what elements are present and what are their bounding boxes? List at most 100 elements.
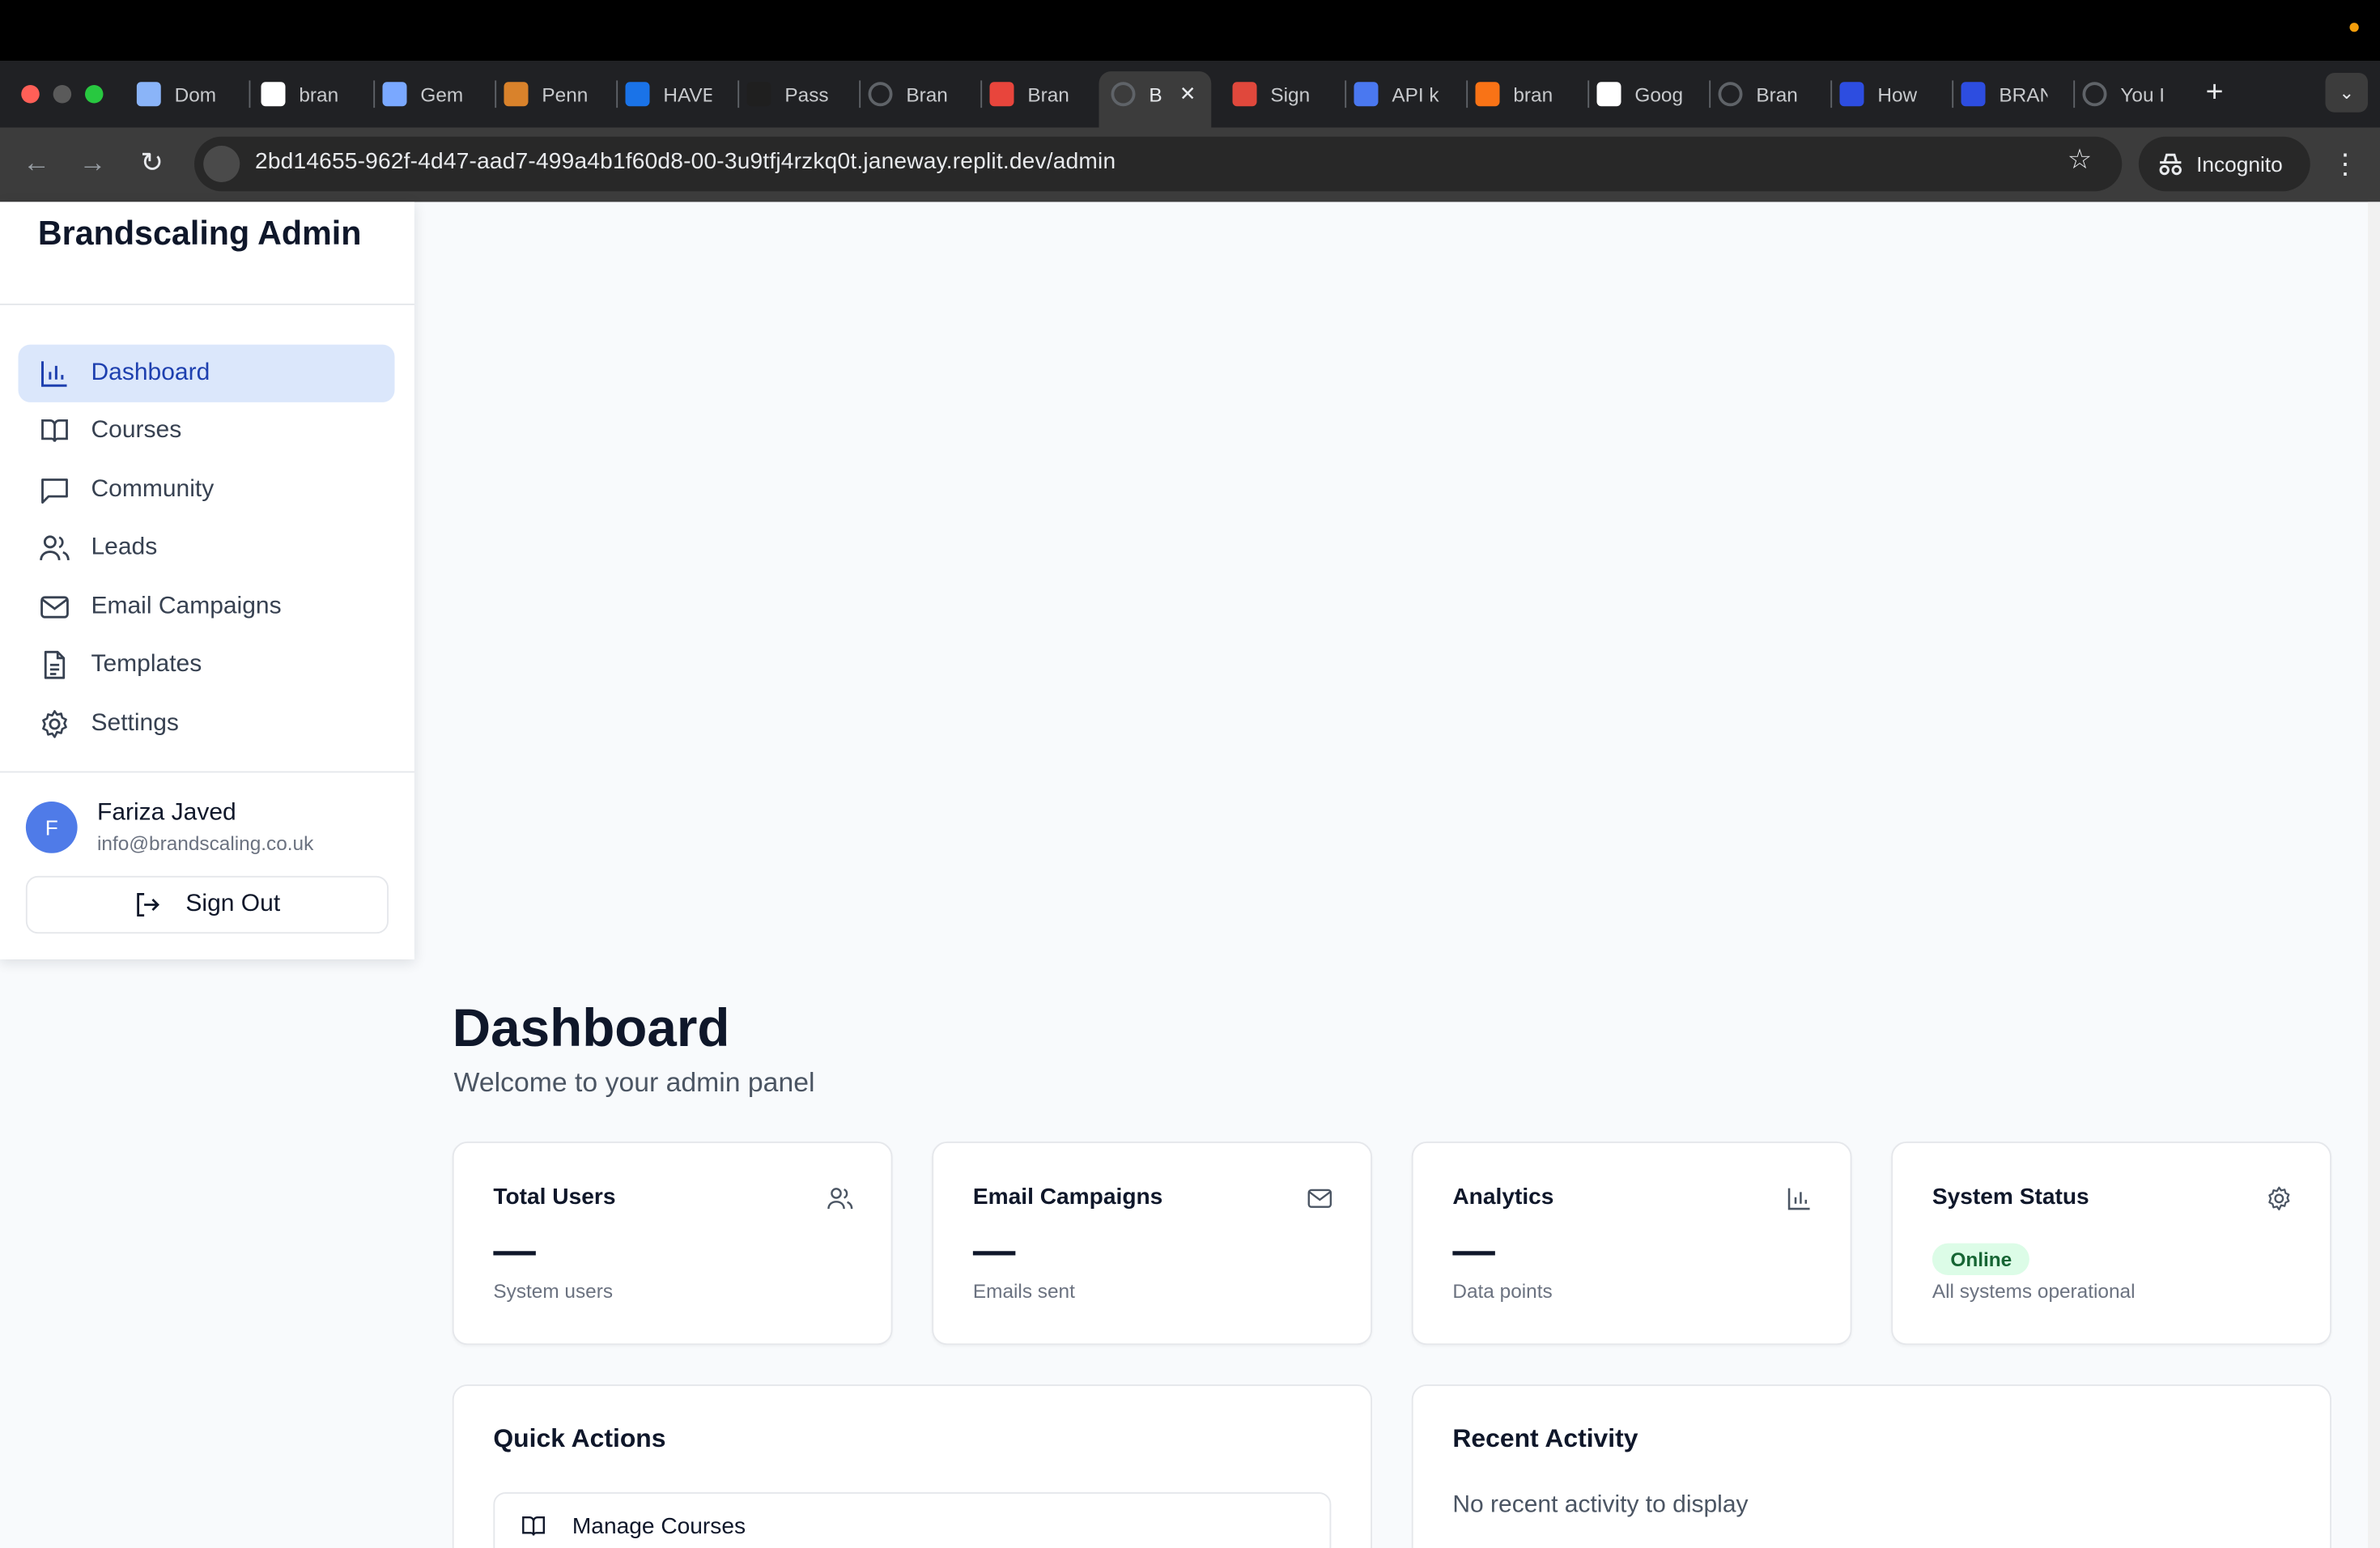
tab-separator: [1830, 80, 1833, 108]
card-value: —: [1452, 1227, 1495, 1274]
dots-icon: [989, 82, 1014, 107]
tab-title: API k: [1392, 83, 1439, 106]
tab-search-button[interactable]: ⌄: [2325, 73, 2368, 113]
status-badge: Online: [1932, 1243, 2030, 1275]
browser-tab[interactable]: You I: [2082, 74, 2183, 114]
browser-tab[interactable]: Goog: [1596, 74, 1698, 114]
tab-title: BRAN: [1999, 83, 2047, 106]
tab-title: Penn: [542, 83, 589, 106]
stat-card-total-users: Total Users — System users: [452, 1142, 893, 1346]
browser-tab[interactable]: bran: [261, 74, 362, 114]
browser-tab[interactable]: B ✕: [1111, 74, 1200, 114]
doc-icon: [261, 82, 286, 107]
incognito-label: Incognito: [2196, 151, 2283, 176]
maximize-window-button[interactable]: [85, 85, 104, 104]
stat-card-email-campaigns: Email Campaigns — Emails sent: [932, 1142, 1372, 1346]
sidebar-item-label: Community: [91, 476, 215, 503]
file-text-icon: [44, 650, 66, 679]
tab-separator: [1952, 80, 1954, 108]
new-tab-button[interactable]: +: [2199, 74, 2230, 111]
sidebar-item-email-campaigns[interactable]: Email Campaigns: [19, 578, 395, 636]
close-tab-icon[interactable]: ✕: [1179, 82, 1196, 106]
browser-tab[interactable]: Bran: [989, 74, 1090, 114]
browser-tab[interactable]: Sign: [1232, 74, 1333, 114]
card-title: Analytics: [1452, 1184, 1554, 1210]
sidebar-item-leads[interactable]: Leads: [19, 519, 395, 576]
browser-menu-icon[interactable]: ⋮: [2331, 146, 2359, 182]
manage-courses-button[interactable]: Manage Courses: [493, 1492, 1332, 1548]
tab-separator: [249, 80, 251, 108]
tab-title: Bran: [1027, 83, 1069, 106]
sidebar-item-settings[interactable]: Settings: [19, 695, 395, 753]
browser-tab[interactable]: Bran: [1718, 74, 1819, 114]
globe-icon: [2082, 82, 2107, 107]
screen: Dom bran Gem Penn HAVE Pass Bran Bran B ✕ Sign API …: [0, 0, 2380, 1548]
browser-tab[interactable]: API k: [1354, 74, 1455, 114]
forward-button[interactable]: →: [74, 144, 111, 181]
action-label: Manage Courses: [572, 1512, 746, 1539]
browser-tab[interactable]: Penn: [504, 74, 605, 114]
page-scrollbar[interactable]: [2368, 202, 2380, 1548]
arrow-icon: [1961, 82, 1986, 107]
tab-separator: [1587, 80, 1590, 108]
minimize-window-button[interactable]: [53, 85, 72, 104]
globe-icon: [868, 82, 893, 107]
reload-button[interactable]: ↻: [134, 144, 170, 181]
tab-separator: [980, 80, 983, 108]
card-title: Total Users: [493, 1184, 616, 1210]
flame-icon: [1475, 82, 1500, 107]
card-value: —: [972, 1227, 1016, 1274]
sidebar: Brandscaling Admin Dashboard Courses Com…: [0, 202, 414, 959]
users-icon: [827, 1188, 853, 1210]
back-button[interactable]: ←: [19, 144, 55, 181]
gear-icon: [42, 710, 67, 738]
browser-tab[interactable]: HAVE: [625, 74, 726, 114]
sidebar-item-dashboard[interactable]: Dashboard: [18, 344, 395, 402]
asana-icon: [1232, 82, 1257, 107]
sidebar-item-courses[interactable]: Courses: [19, 402, 395, 460]
tab-separator: [859, 80, 861, 108]
page-subtitle: Welcome to your admin panel: [453, 1067, 815, 1098]
browser-tab[interactable]: Bran: [868, 74, 969, 114]
bar-chart-icon: [41, 361, 67, 387]
bar-chart-icon: [1787, 1188, 1810, 1210]
browser-tab[interactable]: Gem: [382, 74, 483, 114]
logout-icon: [137, 892, 160, 917]
card-title: Email Campaigns: [972, 1184, 1163, 1210]
sign-out-label: Sign Out: [185, 891, 281, 917]
divider: [0, 304, 414, 305]
os-menu-bar: [0, 0, 2380, 61]
browser-tab[interactable]: How: [1839, 74, 1940, 114]
browser-tab[interactable]: Pass: [746, 74, 848, 114]
sidebar-item-label: Templates: [91, 651, 202, 678]
browser-tab[interactable]: bran: [1475, 74, 1576, 114]
bookmark-star-icon[interactable]: ☆: [2068, 144, 2092, 176]
tab-title: bran: [1513, 83, 1553, 106]
tab-separator: [616, 80, 618, 108]
avatar: F: [25, 802, 78, 853]
user-email: info@brandscaling.co.uk: [97, 831, 314, 855]
brand-title: Brandscaling Admin: [37, 214, 362, 253]
incognito-icon: [2159, 153, 2182, 176]
sign-out-button[interactable]: Sign Out: [25, 875, 389, 934]
sidebar-item-label: Courses: [91, 417, 182, 444]
tab-separator: [1345, 80, 1347, 108]
sidebar-item-templates[interactable]: Templates: [19, 636, 395, 694]
browser-tab[interactable]: Dom: [136, 74, 237, 114]
stat-card-system-status: System Status Online All systems operati…: [1891, 1142, 2331, 1346]
tab-title: Bran: [1756, 83, 1798, 106]
tab-title: B: [1149, 83, 1162, 106]
tab-title: Dom: [174, 83, 217, 106]
close-window-button[interactable]: [21, 85, 40, 104]
book-icon: [41, 419, 68, 442]
url-text[interactable]: 2bd14655-962f-4d47-aad7-499a4b1f60d8-00-…: [255, 149, 1116, 175]
recording-indicator: [2349, 23, 2359, 32]
sidebar-item-community[interactable]: Community: [19, 461, 395, 519]
browser-tab[interactable]: BRAN: [1961, 74, 2062, 114]
site-info-icon[interactable]: [203, 146, 240, 182]
card-caption: System users: [493, 1279, 614, 1303]
sidebar-item-label: Dashboard: [91, 359, 210, 386]
sidebar-item-label: Settings: [91, 710, 179, 737]
incognito-indicator[interactable]: Incognito: [2138, 136, 2310, 192]
gear-icon: [2268, 1186, 2290, 1210]
